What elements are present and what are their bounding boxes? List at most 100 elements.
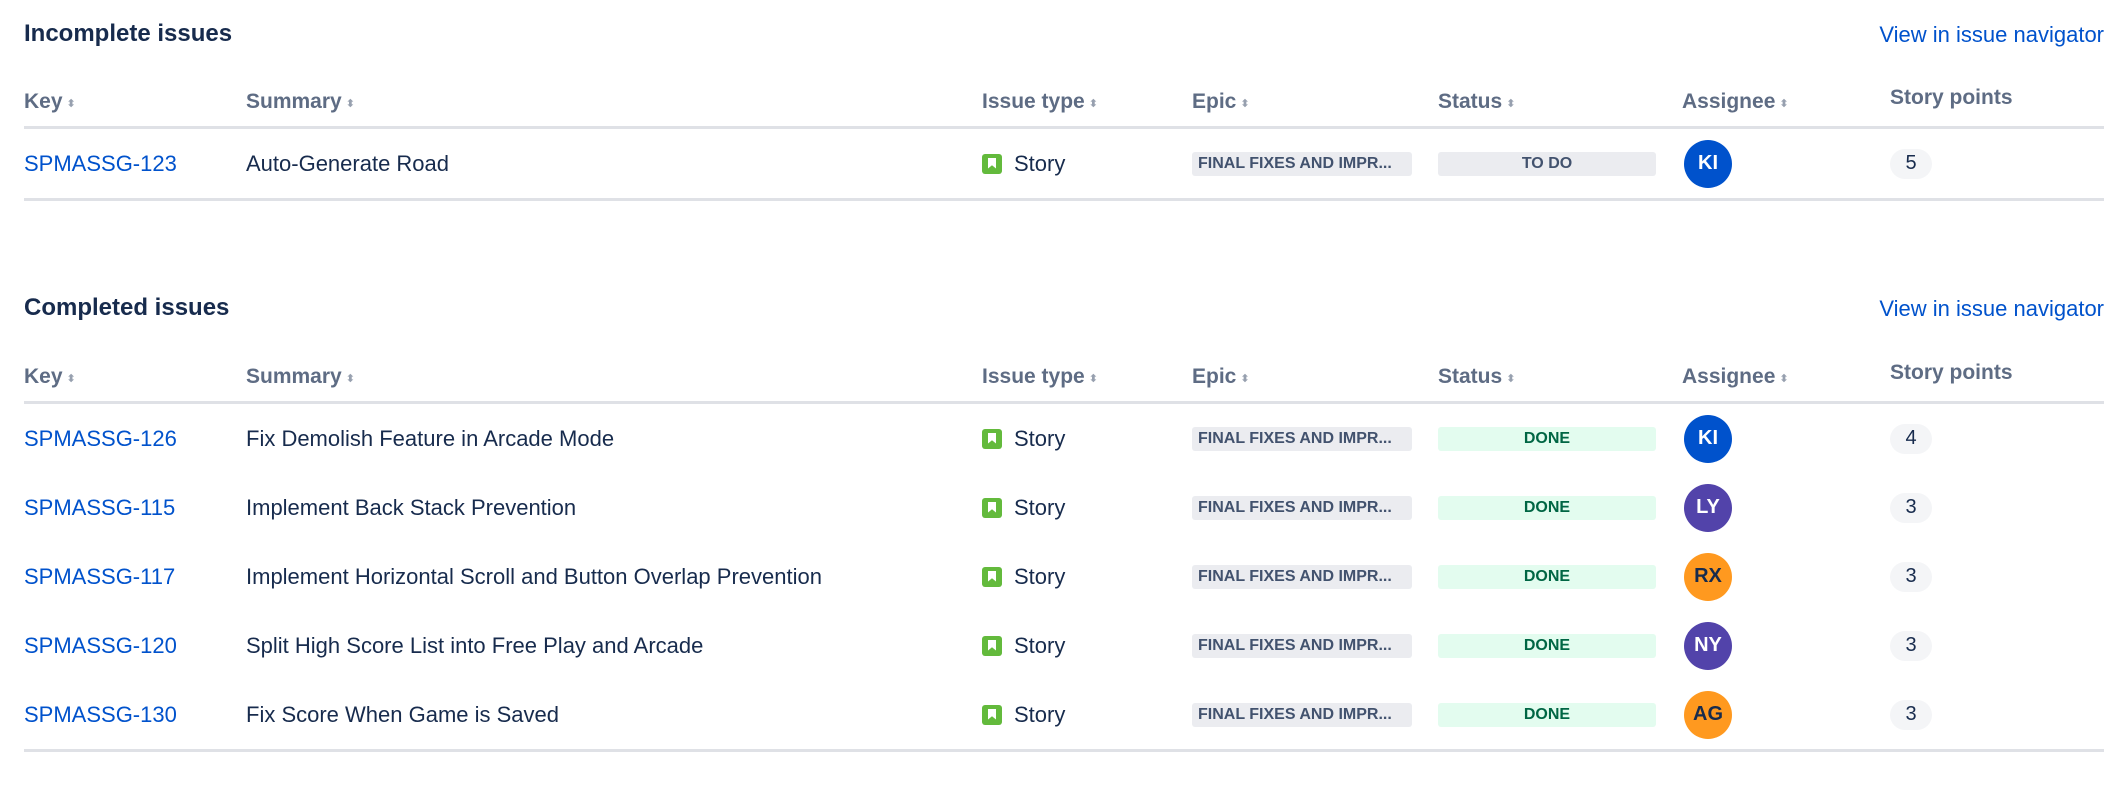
issue-type: Story (982, 473, 1065, 542)
issue-summary: Implement Back Stack Prevention (246, 494, 577, 520)
incomplete-issues-table-body: SPMASSG-123 Auto-Generate Road Story FIN… (24, 129, 2104, 201)
table-row[interactable]: SPMASSG-126 Fix Demolish Feature in Arca… (24, 404, 2104, 473)
story-points-badge: 3 (1890, 699, 1932, 730)
epic-lozenge[interactable]: FINAL FIXES AND IMPR... (1192, 426, 1412, 451)
sort-arrows-icon: ⬍ (1779, 373, 1789, 385)
table-row[interactable]: SPMASSG-130 Fix Score When Game is Saved… (24, 680, 2104, 749)
avatar[interactable]: KI (1684, 139, 1732, 188)
sort-arrows-icon: ⬍ (1506, 98, 1516, 110)
table-header: Key ⬍ Summary ⬍ Issue type ⬍ Epic ⬍ Status ⬍ … (24, 333, 2104, 404)
column-header-issue-type[interactable]: Issue type ⬍ (982, 90, 1098, 114)
column-header-summary[interactable]: Summary ⬍ (246, 90, 355, 114)
column-header-epic[interactable]: Epic ⬍ (1192, 365, 1250, 389)
sort-arrows-icon: ⬍ (1088, 373, 1098, 385)
story-bookmark-icon (982, 153, 1002, 174)
column-header-epic[interactable]: Epic ⬍ (1192, 90, 1250, 114)
issue-type: Story (982, 129, 1065, 198)
avatar[interactable]: KI (1684, 414, 1732, 463)
status-cell: DONE (1438, 680, 1656, 749)
status-badge: DONE (1438, 633, 1656, 658)
view-in-issue-navigator-link[interactable]: View in issue navigator (1879, 296, 2104, 322)
sort-arrows-icon: ⬍ (66, 98, 76, 110)
table-row[interactable]: SPMASSG-115 Implement Back Stack Prevent… (24, 473, 2104, 542)
story-points-badge: 4 (1890, 423, 1932, 454)
status-badge: DONE (1438, 495, 1656, 520)
assignee-cell: KI (1684, 129, 1732, 198)
assignee-cell: KI (1684, 404, 1732, 473)
issue-type-label: Story (1014, 425, 1066, 451)
story-bookmark-icon (982, 428, 1002, 449)
sort-arrows-icon: ⬍ (1779, 98, 1789, 110)
view-in-issue-navigator-link[interactable]: View in issue navigator (1879, 22, 2104, 48)
status-badge: TO DO (1438, 151, 1656, 176)
issue-key-link[interactable]: SPMASSG-120 (24, 611, 177, 680)
table-row[interactable]: SPMASSG-117 Implement Horizontal Scroll … (24, 542, 2104, 611)
status-badge: DONE (1438, 426, 1656, 451)
avatar[interactable]: LY (1684, 483, 1732, 532)
avatar[interactable]: RX (1684, 552, 1732, 601)
column-header-status[interactable]: Status ⬍ (1438, 90, 1515, 114)
sort-arrows-icon: ⬍ (1240, 373, 1250, 385)
issue-summary: Fix Score When Game is Saved (246, 701, 560, 727)
epic-lozenge[interactable]: FINAL FIXES AND IMPR... (1192, 633, 1412, 658)
issue-summary: Split High Score List into Free Play and… (246, 632, 704, 658)
assignee-cell: RX (1684, 542, 1732, 611)
story-bookmark-icon (982, 635, 1002, 656)
column-header-key[interactable]: Key ⬍ (24, 365, 76, 389)
status-badge: DONE (1438, 564, 1656, 589)
column-header-assignee[interactable]: Assignee ⬍ (1682, 90, 1789, 114)
avatar[interactable]: AG (1684, 690, 1732, 739)
epic-lozenge[interactable]: FINAL FIXES AND IMPR... (1192, 702, 1412, 727)
table-row[interactable]: SPMASSG-123 Auto-Generate Road Story FIN… (24, 129, 2104, 198)
sort-arrows-icon: ⬍ (1088, 98, 1098, 110)
status-cell: TO DO (1438, 129, 1656, 198)
issue-type-label: Story (1014, 701, 1066, 727)
section-title: Completed issues (24, 294, 230, 321)
issue-type: Story (982, 542, 1065, 611)
status-cell: DONE (1438, 473, 1656, 542)
story-points-badge: 3 (1890, 630, 1932, 661)
issue-summary: Implement Horizontal Scroll and Button O… (246, 563, 822, 589)
issue-type: Story (982, 680, 1065, 749)
issue-type-label: Story (1014, 632, 1066, 658)
story-bookmark-icon (982, 497, 1002, 518)
epic-cell: FINAL FIXES AND IMPR... (1192, 473, 1412, 542)
story-points-cell: 3 (1890, 611, 1932, 680)
column-header-story-points: Story points (1890, 86, 2013, 109)
sort-arrows-icon: ⬍ (1506, 373, 1516, 385)
table-row[interactable]: SPMASSG-120 Split High Score List into F… (24, 611, 2104, 680)
column-header-summary[interactable]: Summary ⬍ (246, 365, 355, 389)
completed-issues-table-body: SPMASSG-126 Fix Demolish Feature in Arca… (24, 404, 2104, 752)
issue-summary: Fix Demolish Feature in Arcade Mode (246, 425, 615, 451)
assignee-cell: NY (1684, 611, 1732, 680)
epic-lozenge[interactable]: FINAL FIXES AND IMPR... (1192, 495, 1412, 520)
avatar[interactable]: NY (1684, 621, 1732, 670)
epic-lozenge[interactable]: FINAL FIXES AND IMPR... (1192, 564, 1412, 589)
issue-key-link[interactable]: SPMASSG-130 (24, 680, 177, 749)
status-cell: DONE (1438, 611, 1656, 680)
issue-type-label: Story (1014, 150, 1066, 176)
column-header-issue-type[interactable]: Issue type ⬍ (982, 365, 1098, 389)
status-cell: DONE (1438, 404, 1656, 473)
sort-arrows-icon: ⬍ (66, 373, 76, 385)
story-points-cell: 3 (1890, 473, 1932, 542)
epic-lozenge[interactable]: FINAL FIXES AND IMPR... (1192, 151, 1412, 176)
column-header-story-points: Story points (1890, 361, 2013, 384)
sort-arrows-icon: ⬍ (345, 373, 355, 385)
column-header-assignee[interactable]: Assignee ⬍ (1682, 365, 1789, 389)
epic-cell: FINAL FIXES AND IMPR... (1192, 129, 1412, 198)
issue-key-link[interactable]: SPMASSG-126 (24, 404, 177, 473)
story-points-cell: 4 (1890, 404, 1932, 473)
issue-type: Story (982, 404, 1065, 473)
table-header: Key ⬍ Summary ⬍ Issue type ⬍ Epic ⬍ Status ⬍ … (24, 58, 2104, 129)
column-header-key[interactable]: Key ⬍ (24, 90, 76, 114)
column-header-status[interactable]: Status ⬍ (1438, 365, 1515, 389)
issue-key-link[interactable]: SPMASSG-115 (24, 473, 175, 542)
status-cell: DONE (1438, 542, 1656, 611)
issue-key-link[interactable]: SPMASSG-117 (24, 542, 175, 611)
epic-cell: FINAL FIXES AND IMPR... (1192, 542, 1412, 611)
story-points-cell: 5 (1890, 129, 1932, 198)
issue-key-link[interactable]: SPMASSG-123 (24, 129, 177, 198)
epic-cell: FINAL FIXES AND IMPR... (1192, 611, 1412, 680)
epic-cell: FINAL FIXES AND IMPR... (1192, 404, 1412, 473)
